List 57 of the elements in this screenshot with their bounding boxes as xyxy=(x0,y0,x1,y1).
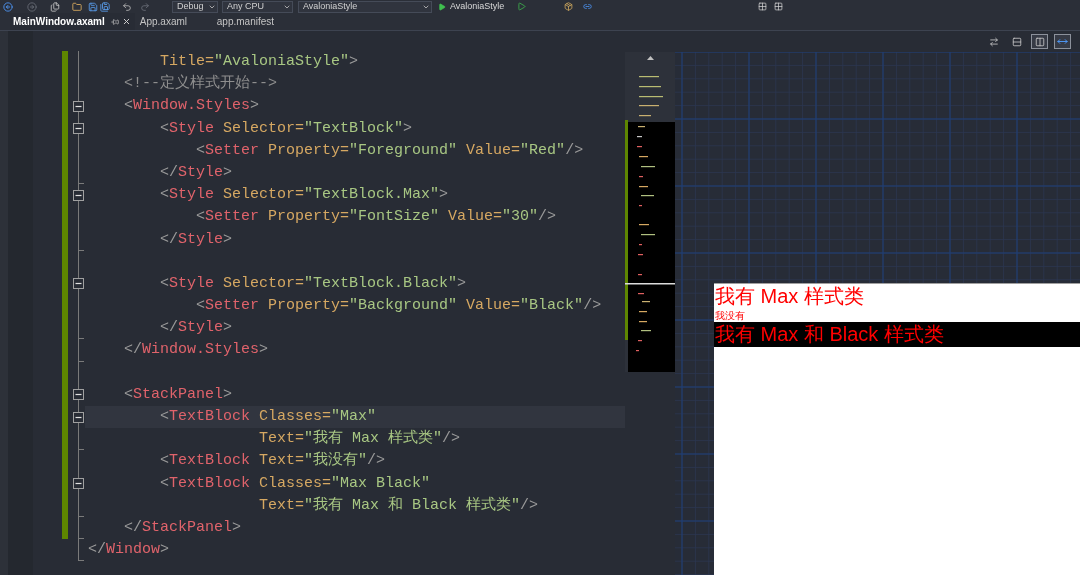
collapse-icon[interactable] xyxy=(73,278,84,290)
view-toggle-button[interactable] xyxy=(1031,34,1048,49)
preview-text: 我有 Max 样式类 xyxy=(714,284,864,309)
close-icon[interactable] xyxy=(121,17,131,26)
toolbar-dropdown[interactable]: AvaloniaStyle xyxy=(298,0,432,13)
editor-tab[interactable]: App.axaml xyxy=(134,13,212,30)
code-line: Text="我有 Max 和 Black 样式类"/> xyxy=(259,495,539,516)
link-icon[interactable] xyxy=(583,2,593,11)
scroll-up-icon[interactable] xyxy=(646,56,654,60)
code-line: </Window.Styles> xyxy=(124,340,269,361)
collapse-icon[interactable] xyxy=(73,478,84,490)
code-line: <TextBlock Classes="Max Black" xyxy=(160,473,431,494)
play-outline-icon[interactable] xyxy=(517,2,527,11)
grid-icon[interactable] xyxy=(774,2,784,11)
collapse-icon[interactable] xyxy=(73,411,84,423)
view-toggle-button[interactable] xyxy=(1054,34,1071,49)
preview-text: 我没有 xyxy=(714,309,745,322)
package-icon[interactable] xyxy=(564,2,574,11)
grid-icon[interactable] xyxy=(758,2,768,11)
code-line: </Style> xyxy=(160,162,233,183)
code-line: <Window.Styles> xyxy=(124,96,260,117)
code-line: <StackPanel> xyxy=(124,384,233,405)
code-line: </StackPanel> xyxy=(124,517,242,538)
save-all-icon[interactable] xyxy=(100,1,110,12)
pin-icon[interactable] xyxy=(110,17,119,26)
collapse-icon[interactable] xyxy=(73,389,84,401)
code-line: <Setter Property="Foreground" Value="Red"/> xyxy=(196,140,584,161)
save-icon[interactable] xyxy=(88,1,98,12)
code-line: <TextBlock Classes="Max" xyxy=(160,407,377,427)
columns-layout-icon xyxy=(1034,36,1045,47)
swap-arrows-icon xyxy=(988,36,999,47)
code-line: Text="我有 Max 样式类"/> xyxy=(259,428,461,450)
code-line: <Setter Property="FontSize" Value="30"/> xyxy=(196,207,557,228)
folder-icon[interactable] xyxy=(72,1,82,12)
files-icon[interactable] xyxy=(50,1,60,12)
toolbar-dropdown[interactable]: Any CPU xyxy=(222,0,293,13)
editor-tab[interactable]: app.manifest xyxy=(211,13,289,30)
code-line: <TextBlock Text="我没有"/> xyxy=(160,450,386,472)
code-line: <Style Selector="TextBlock.Black"> xyxy=(160,273,467,294)
toolbar-dropdown[interactable]: Debug xyxy=(172,0,218,13)
undo-icon[interactable] xyxy=(122,1,132,12)
code-line: <Setter Property="Background" Value="Black"/> xyxy=(196,296,602,317)
code-line: </Style> xyxy=(160,318,233,339)
code-line: Title="AvaloniaStyle"> xyxy=(160,52,359,72)
collapse-icon[interactable] xyxy=(73,189,84,201)
code-comment: <!--定义样式开始--> xyxy=(124,73,277,95)
rows-layout-icon xyxy=(1011,36,1022,47)
play-icon xyxy=(438,2,446,11)
preview-text: 我有 Max 和 Black 样式类 xyxy=(714,322,1080,347)
run-button[interactable]: AvaloniaStyle xyxy=(437,0,506,13)
code-line: <Style Selector="TextBlock.Max"> xyxy=(160,185,449,206)
code-line: </Window> xyxy=(88,540,170,561)
horizontal-arrows-icon xyxy=(1057,36,1068,47)
collapse-icon[interactable] xyxy=(73,123,84,135)
collapse-icon[interactable] xyxy=(73,100,84,112)
code-line: <Style Selector="TextBlock"> xyxy=(160,118,413,139)
code-line: </Style> xyxy=(160,229,233,250)
